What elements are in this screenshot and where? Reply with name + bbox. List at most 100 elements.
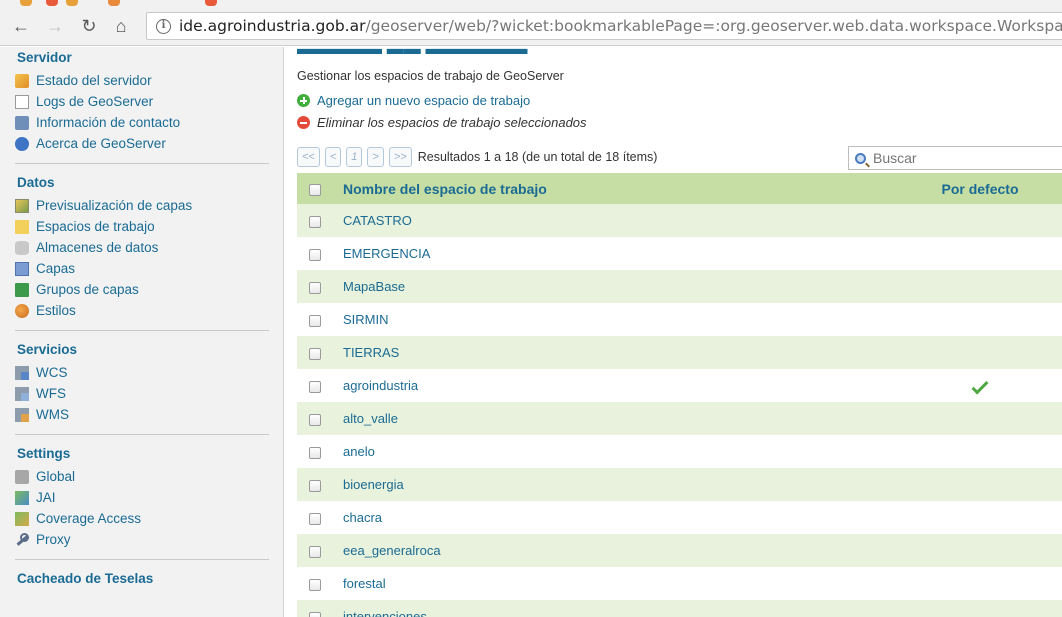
workspace-name-cell: bioenergia xyxy=(333,468,893,501)
info-icon[interactable]: i xyxy=(156,19,171,34)
sidebar-item[interactable]: Capas xyxy=(15,258,269,279)
sidebar-item[interactable]: Espacios de trabajo xyxy=(15,216,269,237)
search-input[interactable] xyxy=(873,150,1053,166)
last-page-button[interactable]: >> xyxy=(388,147,412,167)
sidebar-item[interactable]: Grupos de capas xyxy=(15,279,269,300)
next-page-button[interactable]: > xyxy=(367,147,384,167)
workspace-name-link[interactable]: CATASTRO xyxy=(343,213,412,228)
reload-icon[interactable]: ↻ xyxy=(78,15,100,37)
address-bar[interactable]: i ide.agroindustria.gob.ar/geoserver/web… xyxy=(146,12,1062,40)
default-check-icon xyxy=(971,377,989,395)
row-checkbox[interactable] xyxy=(309,347,321,360)
add-workspace-link[interactable]: Agregar un nuevo espacio de trabajo xyxy=(297,93,530,108)
sidebar-item-label: Almacenes de datos xyxy=(36,240,159,255)
forward-arrow-icon[interactable]: → xyxy=(44,15,66,37)
row-select-cell xyxy=(297,237,333,270)
row-checkbox[interactable] xyxy=(309,413,321,426)
database-icon xyxy=(15,240,29,255)
sidebar-item[interactable]: Previsualización de capas xyxy=(15,195,269,216)
row-checkbox[interactable] xyxy=(309,314,321,327)
sidebar-item-label: Previsualización de capas xyxy=(36,198,193,213)
wcs-service-icon xyxy=(15,365,29,380)
select-all-checkbox[interactable] xyxy=(309,183,321,196)
default-column-header[interactable]: Por defecto xyxy=(893,173,1062,204)
workspace-name-cell: eea_generalroca xyxy=(333,534,893,567)
row-select-cell xyxy=(297,336,333,369)
row-select-cell xyxy=(297,534,333,567)
sidebar-item-label: Capas xyxy=(36,261,76,276)
folder-icon xyxy=(15,219,29,234)
row-checkbox[interactable] xyxy=(309,545,321,558)
default-cell xyxy=(893,435,1062,468)
workspace-name-link[interactable]: agroindustria xyxy=(343,378,418,393)
sidebar-item[interactable]: Coverage Access xyxy=(15,508,269,529)
row-checkbox[interactable] xyxy=(309,479,321,492)
table-row: chacra xyxy=(297,501,1062,534)
workspace-name-link[interactable]: bioenergia xyxy=(343,477,404,492)
workspace-name-link[interactable]: MapaBase xyxy=(343,279,405,294)
sidebar-item-label: WFS xyxy=(36,386,66,401)
main-content: ▬▬▬▬▬ ▬▬ ▬▬▬▬▬▬ Gestionar los espacios d… xyxy=(285,47,1062,617)
table-row: SIRMIN xyxy=(297,303,1062,336)
default-cell xyxy=(893,369,1062,402)
pagination: << < 1 > >> Resultados 1 a 18 (de un tot… xyxy=(297,147,657,167)
server-settings-icon xyxy=(15,469,29,484)
back-arrow-icon[interactable]: ← xyxy=(10,15,32,37)
default-cell xyxy=(893,237,1062,270)
row-checkbox[interactable] xyxy=(309,248,321,261)
sidebar-item[interactable]: Almacenes de datos xyxy=(15,237,269,258)
url-text[interactable]: ide.agroindustria.gob.ar/geoserver/web/?… xyxy=(179,17,1062,35)
search-box[interactable] xyxy=(848,146,1062,170)
workspace-name-link[interactable]: EMERGENCIA xyxy=(343,246,430,261)
sidebar-item[interactable]: JAI xyxy=(15,487,269,508)
workspace-name-link[interactable]: eea_generalroca xyxy=(343,543,441,558)
sidebar-item-label: Acerca de GeoServer xyxy=(36,136,166,151)
row-checkbox[interactable] xyxy=(309,215,321,228)
sidebar-item[interactable]: Global xyxy=(15,466,269,487)
workspace-name-link[interactable]: alto_valle xyxy=(343,411,398,426)
sidebar-item-label: Grupos de capas xyxy=(36,282,139,297)
sidebar-item[interactable]: WCS xyxy=(15,362,269,383)
row-checkbox[interactable] xyxy=(309,512,321,525)
sidebar-section: Datos Previsualización de capas Espacios d… xyxy=(15,172,269,331)
prev-page-button[interactable]: < xyxy=(324,147,342,167)
palette-icon xyxy=(15,303,29,318)
sidebar-item[interactable]: WFS xyxy=(15,383,269,404)
sidebar-item[interactable]: Logs de GeoServer xyxy=(15,91,269,112)
workspace-name-link[interactable]: intervenciones xyxy=(343,609,427,617)
workspace-name-cell: TIERRAS xyxy=(333,336,893,369)
table-row: CATASTRO xyxy=(297,204,1062,237)
sidebar-item[interactable]: Información de contacto xyxy=(15,112,269,133)
sidebar-section: Settings Global JAI Coverage Access Proxy xyxy=(15,443,269,560)
workspace-name-link[interactable]: anelo xyxy=(343,444,375,459)
wms-service-icon xyxy=(15,407,29,422)
current-page-button[interactable]: 1 xyxy=(346,147,363,167)
sidebar-item-label: Global xyxy=(36,469,76,484)
name-column-header[interactable]: Nombre del espacio de trabajo xyxy=(333,173,893,204)
workspace-name-link[interactable]: TIERRAS xyxy=(343,345,399,360)
sidebar-section-title: Cacheado de Teselas xyxy=(17,571,154,586)
sidebar-item[interactable]: Proxy xyxy=(15,529,269,550)
coverage-icon xyxy=(15,511,29,526)
wfs-service-icon xyxy=(15,386,29,401)
row-checkbox[interactable] xyxy=(309,446,321,459)
globe-icon xyxy=(15,136,29,151)
workspace-name-link[interactable]: SIRMIN xyxy=(343,312,389,327)
url-path: /geoserver/web/?wicket:bookmarkablePage=… xyxy=(365,17,1062,35)
workspace-name-link[interactable]: forestal xyxy=(343,576,386,591)
row-checkbox[interactable] xyxy=(309,578,321,591)
remove-workspaces-link[interactable]: Eliminar los espacios de trabajo selecci… xyxy=(297,115,587,130)
sidebar-item[interactable]: Acerca de GeoServer xyxy=(15,133,269,154)
sidebar-item[interactable]: Estilos xyxy=(15,300,269,321)
row-checkbox[interactable] xyxy=(309,380,321,393)
sidebar-section-title: Servidor xyxy=(17,50,72,65)
workspace-name-cell: CATASTRO xyxy=(333,204,893,237)
row-checkbox[interactable] xyxy=(309,281,321,294)
select-all-cell xyxy=(297,173,333,204)
row-checkbox[interactable] xyxy=(309,611,321,617)
home-icon[interactable]: ⌂ xyxy=(110,15,132,37)
workspace-name-link[interactable]: chacra xyxy=(343,510,382,525)
sidebar-item[interactable]: WMS xyxy=(15,404,269,425)
first-page-button[interactable]: << xyxy=(297,147,320,167)
sidebar-item[interactable]: Estado del servidor xyxy=(15,70,269,91)
